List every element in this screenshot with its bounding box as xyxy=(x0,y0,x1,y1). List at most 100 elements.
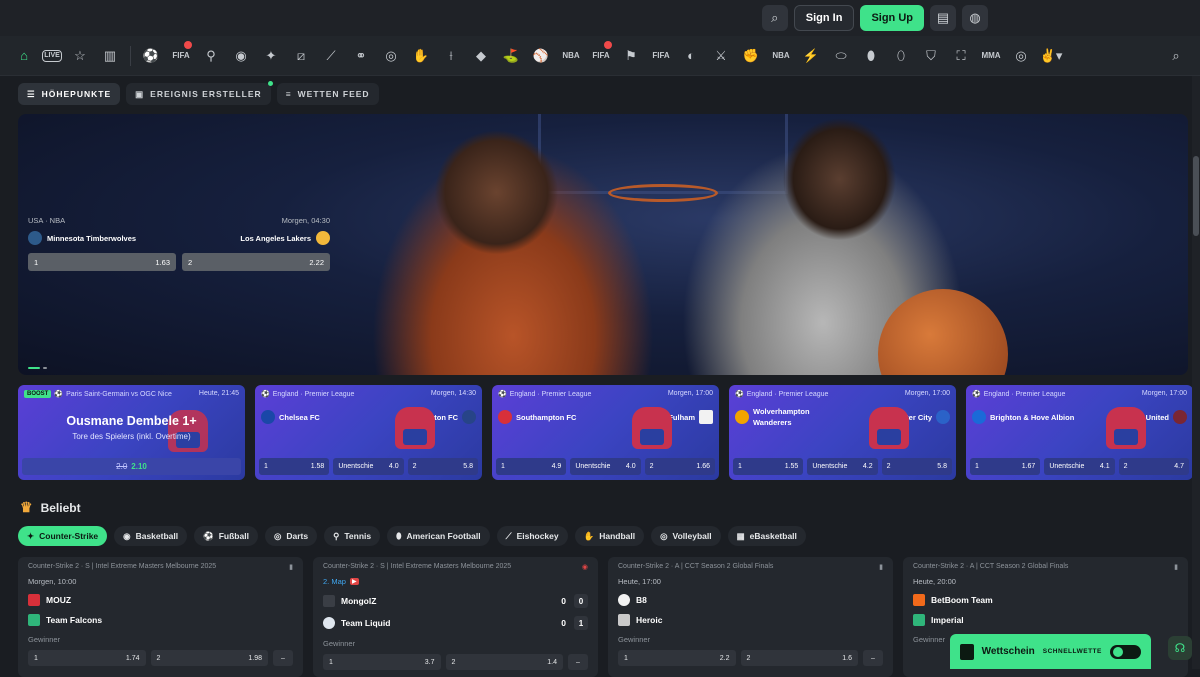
tab-football[interactable]: ⚽ Fußball xyxy=(194,526,258,546)
basketball-icon[interactable]: ◉ xyxy=(229,44,253,68)
counter-strike-icon[interactable]: ✦ xyxy=(259,44,283,68)
tab-darts[interactable]: ◎ Darts xyxy=(264,526,318,546)
globe-icon[interactable]: ◍ xyxy=(962,5,988,31)
odd-button[interactable]: 2 1.66 xyxy=(644,458,715,475)
more-markets-button[interactable]: – xyxy=(863,650,883,666)
tab-basketball[interactable]: ◉ Basketball xyxy=(114,526,188,546)
home-icon[interactable]: ⌂ xyxy=(12,44,36,68)
american-football-icon[interactable]: ⬮ xyxy=(859,44,883,68)
boxing-icon[interactable]: ✊ xyxy=(739,44,763,68)
stats-icon[interactable]: ▮ xyxy=(879,563,883,571)
table-tennis-icon[interactable]: ◆ xyxy=(469,44,493,68)
quick-bet-toggle[interactable] xyxy=(1109,644,1141,659)
darts-icon[interactable]: ◎ xyxy=(1009,44,1033,68)
nba2k-icon[interactable]: NBA xyxy=(559,44,583,68)
boost-card[interactable]: BOOST ⚽ Paris Saint-Germain vs OGC Nice Heu… xyxy=(18,385,245,480)
volleyball-icon[interactable]: ◎ xyxy=(379,44,403,68)
dota-icon[interactable]: ⧄ xyxy=(289,44,313,68)
match-card[interactable]: ⚽ England · Premier League Morgen, 14:30 C… xyxy=(255,385,482,480)
hero-odd-1[interactable]: 1 1.63 xyxy=(28,253,176,271)
baseball-icon[interactable]: ⚾ xyxy=(529,44,553,68)
nav-search-icon[interactable]: ⌕ xyxy=(1164,44,1188,68)
odd-button[interactable]: 1 3.7 xyxy=(323,654,441,670)
tab-ebasketball[interactable]: ▦ eBasketball xyxy=(727,526,806,546)
league-icon[interactable]: ⛶ xyxy=(949,44,973,68)
highlights-filter[interactable]: ☰ HÖHEPUNKTE xyxy=(18,83,121,105)
odd-button[interactable]: 2 1.6 xyxy=(740,650,858,666)
soccer-icon[interactable]: ⚽ xyxy=(139,44,163,68)
boost-odd-button[interactable]: 2.0 2.10 xyxy=(22,458,241,475)
odd-button[interactable]: Unentschie 4.0 xyxy=(333,458,404,475)
scrollbar-thumb[interactable] xyxy=(1193,156,1199,236)
match-card[interactable]: Counter-Strike 2 · S | Intel Extreme Mas… xyxy=(313,557,598,677)
star-icon[interactable]: ☆ xyxy=(68,44,92,68)
home-team: MOUZ xyxy=(46,595,72,605)
match-card[interactable]: ⚽ England · Premier League Morgen, 17:00 W… xyxy=(729,385,956,480)
more-sports-icon[interactable]: ✌▾ xyxy=(1039,44,1063,68)
badminton-icon[interactable]: ⚭ xyxy=(349,44,373,68)
odd-button[interactable]: 2 1.4 xyxy=(445,654,563,670)
betslip-icon[interactable]: ▥ xyxy=(98,44,122,68)
efifa-icon[interactable]: FIFA xyxy=(589,40,613,68)
search-icon[interactable]: ⌕ xyxy=(761,5,788,31)
bet-feed-filter[interactable]: ≡ WETTEN FEED xyxy=(276,83,379,105)
tab-ice-hockey[interactable]: ⟋ Eishockey xyxy=(496,526,568,546)
match-card[interactable]: ⚽ England · Premier League Morgen, 17:00 B… xyxy=(966,385,1193,480)
rugby-icon[interactable]: ⬭ xyxy=(829,44,853,68)
match-card[interactable]: ⚽ England · Premier League Morgen, 17:00 S… xyxy=(492,385,719,480)
sign-up-button[interactable]: Sign Up xyxy=(860,5,924,31)
match-card[interactable]: Counter-Strike 2 · A | CCT Season 2 Glob… xyxy=(608,557,893,677)
stats-icon[interactable]: ▮ xyxy=(1174,563,1178,571)
carousel-pager[interactable] xyxy=(28,367,47,369)
handball-icon[interactable]: ✋ xyxy=(409,44,433,68)
motorsport-icon[interactable]: ⛉ xyxy=(919,44,943,68)
wrestling-icon[interactable]: ⚔ xyxy=(709,44,733,68)
hero-odd-2[interactable]: 2 2.22 xyxy=(182,253,330,271)
odd-button[interactable]: 2 1.98 xyxy=(150,650,268,666)
event-creator-filter[interactable]: ▣ EREIGNIS ERSTELLER xyxy=(126,81,273,105)
match-card[interactable]: Counter-Strike 2 · S | Intel Extreme Mas… xyxy=(18,557,303,677)
hero-banner[interactable]: USA · NBA Morgen, 04:30 Minnesota Timberw… xyxy=(18,114,1188,375)
tab-volleyball[interactable]: ◎ Volleyball xyxy=(651,526,721,546)
penalty-fifa-icon[interactable]: ⚑ xyxy=(619,44,643,68)
tennis-icon[interactable]: ⚲ xyxy=(199,44,223,68)
odd-button[interactable]: 1 1.67 xyxy=(970,458,1041,475)
live-icon[interactable]: LIVE xyxy=(42,49,62,62)
hockey-icon[interactable]: ⟋ xyxy=(319,44,343,68)
odd-button[interactable]: 2 4.7 xyxy=(1118,458,1189,475)
odd-button[interactable]: 1 1.74 xyxy=(28,650,146,666)
tab-handball[interactable]: ✋ Handball xyxy=(574,526,645,546)
tab-tennis[interactable]: ⚲ Tennis xyxy=(324,526,381,546)
nba2k-2-icon[interactable]: NBA xyxy=(769,44,793,68)
odd-button[interactable]: 2 5.8 xyxy=(407,458,478,475)
efootball-2-icon[interactable]: ◐ xyxy=(679,44,703,68)
more-markets-button[interactable]: – xyxy=(273,650,293,666)
odd-button[interactable]: 1 4.9 xyxy=(496,458,567,475)
pager-dot[interactable] xyxy=(43,367,47,369)
aussie-rules-icon[interactable]: ⬯ xyxy=(889,44,913,68)
odd-button[interactable]: Unentschie 4.1 xyxy=(1044,458,1115,475)
odd-button[interactable]: Unentschie 4.0 xyxy=(570,458,641,475)
pager-dot-active[interactable] xyxy=(28,367,40,369)
odd-button[interactable]: 1 2.2 xyxy=(618,650,736,666)
tab-counter-strike[interactable]: ✦ Counter-Strike xyxy=(18,526,108,546)
tab-american-football[interactable]: ⬮ American Football xyxy=(387,526,490,546)
betslip-bar[interactable]: Wettschein SCHNELLWETTE xyxy=(950,634,1151,669)
fifa-icon[interactable]: FIFA xyxy=(169,40,193,68)
mma-icon[interactable]: MMA xyxy=(979,44,1003,68)
efootball-icon[interactable]: FIFA xyxy=(649,44,673,68)
odd-button[interactable]: 2 5.8 xyxy=(881,458,952,475)
live-stream-icon[interactable]: ◉ xyxy=(582,563,588,571)
more-markets-button[interactable]: – xyxy=(568,654,588,670)
cricket-icon[interactable]: ⟊ xyxy=(439,44,463,68)
golf-icon[interactable]: ⛳ xyxy=(499,44,523,68)
sign-in-button[interactable]: Sign In xyxy=(793,5,855,31)
page-scrollbar[interactable] xyxy=(1192,76,1200,669)
stats-icon[interactable]: ▮ xyxy=(289,563,293,571)
odd-button[interactable]: 1 1.58 xyxy=(259,458,330,475)
support-headset-icon[interactable]: ☊ xyxy=(1168,636,1192,660)
odd-button[interactable]: Unentschie 4.2 xyxy=(807,458,878,475)
odd-button[interactable]: 1 1.55 xyxy=(733,458,804,475)
chat-icon[interactable]: ▤ xyxy=(930,5,956,31)
esports-icon[interactable]: ⚡ xyxy=(799,44,823,68)
